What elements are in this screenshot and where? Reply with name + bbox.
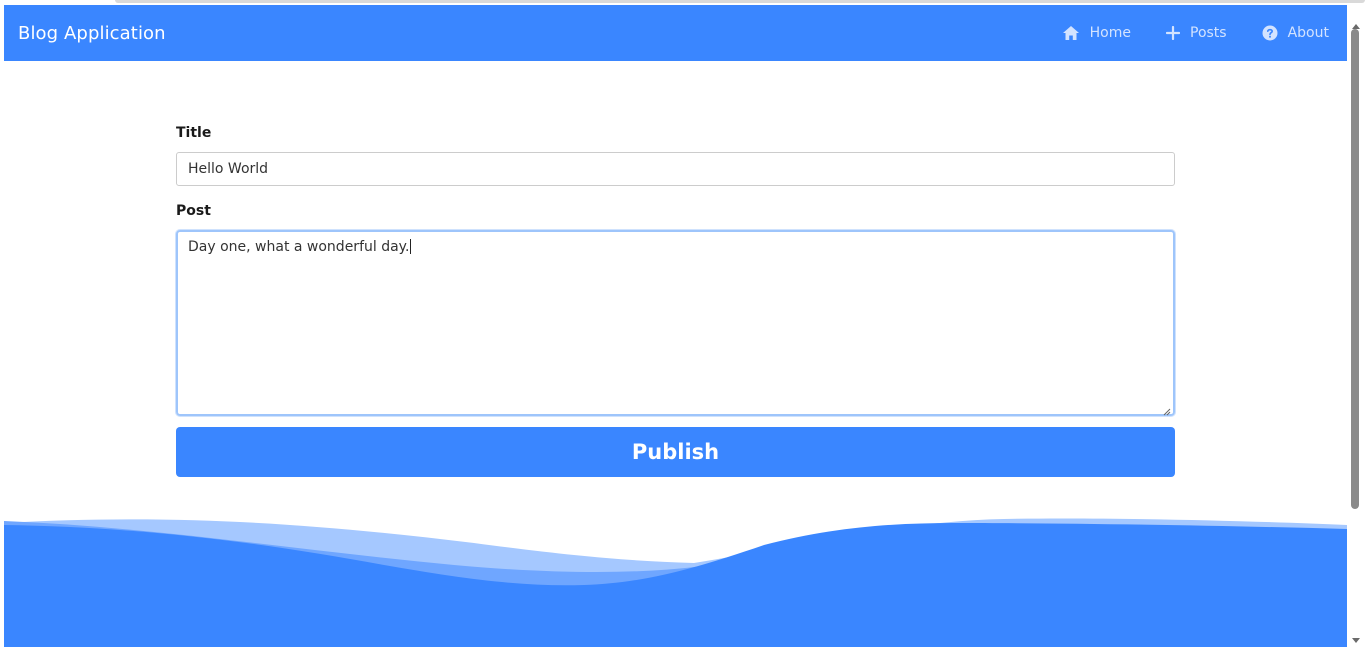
text-caret <box>410 239 412 254</box>
title-input[interactable]: Hello World <box>176 152 1175 186</box>
nav-posts-label: Posts <box>1190 25 1227 41</box>
footer-wave <box>4 518 1347 647</box>
nav-about-label: About <box>1287 25 1329 41</box>
footer-icons <box>4 642 1347 647</box>
nav-posts-link[interactable]: Posts <box>1166 25 1227 41</box>
post-textarea[interactable]: Day one, what a wonderful day. <box>176 230 1175 416</box>
scroll-down-icon[interactable] <box>1351 630 1361 643</box>
plus-icon <box>1166 26 1180 40</box>
title-label: Title <box>176 125 212 141</box>
nav-home-link[interactable]: Home <box>1062 25 1131 41</box>
navbar: Blog Application Home Posts About <box>4 5 1347 61</box>
nav-home-label: Home <box>1089 25 1131 41</box>
page-scrollbar[interactable] <box>1347 5 1366 647</box>
post-form: Title Hello World Post Day one, what a w… <box>176 125 1175 477</box>
nav-links: Home Posts About <box>1062 25 1329 41</box>
page-viewport: Blog Application Home Posts About Title … <box>4 5 1347 647</box>
nav-about-link[interactable]: About <box>1262 25 1329 41</box>
title-input-value: Hello World <box>188 161 269 177</box>
browser-top-edge <box>115 0 1365 3</box>
question-circle-icon <box>1262 25 1278 41</box>
scroll-up-icon[interactable] <box>1351 15 1361 29</box>
post-label: Post <box>176 203 211 219</box>
brand-title[interactable]: Blog Application <box>18 23 166 44</box>
resize-grip-icon[interactable] <box>1163 404 1171 416</box>
post-textarea-value: Day one, what a wonderful day. <box>188 239 410 255</box>
scroll-thumb[interactable] <box>1351 29 1359 509</box>
publish-button[interactable]: Publish <box>176 427 1175 477</box>
home-icon <box>1062 25 1080 41</box>
